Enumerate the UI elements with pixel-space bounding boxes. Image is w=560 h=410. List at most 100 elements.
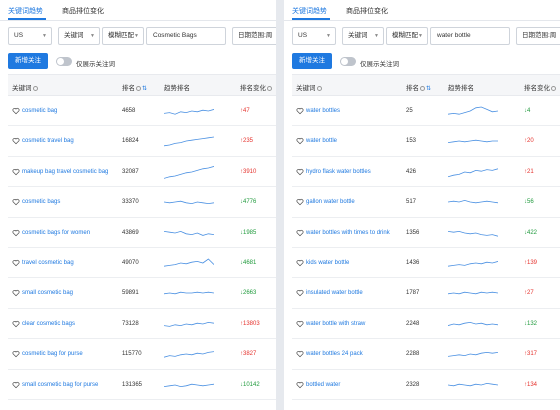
- field-select[interactable]: 关键词 ▼: [58, 27, 100, 45]
- match-select[interactable]: 模糊匹配 ▼: [102, 27, 144, 45]
- table-row[interactable]: bottled water 2328 ↑134: [292, 370, 560, 400]
- keyword-link[interactable]: water bottles: [306, 108, 340, 114]
- keyword-link[interactable]: gallon water bottle: [306, 199, 355, 205]
- question-circle-icon[interactable]: [316, 85, 322, 91]
- site-select[interactable]: US ▼: [292, 27, 336, 45]
- header-change[interactable]: 排名变化: [524, 82, 556, 92]
- header-change[interactable]: 排名变化: [240, 82, 272, 92]
- table-row[interactable]: cosmetic bags 33370 ↓4776: [8, 187, 276, 218]
- match-select-value: 模糊匹配: [392, 32, 418, 39]
- keyword-link[interactable]: cosmetic bag for purse: [22, 351, 83, 357]
- keyword-link[interactable]: kids water bottle: [306, 260, 349, 266]
- keyword-link[interactable]: water bottle: [306, 138, 337, 144]
- rank-value: 2288: [406, 351, 420, 358]
- heart-outline-icon[interactable]: [12, 381, 20, 389]
- keyword-link[interactable]: bottled water: [306, 382, 340, 388]
- table-row[interactable]: gallon water bottle 517 ↓56: [292, 187, 560, 218]
- table-row[interactable]: small cosmetic bag for purse 131365 ↓10142: [8, 370, 276, 400]
- rank-change-value: ↑47: [240, 108, 250, 114]
- table-row[interactable]: cosmetic travel bag 16824 ↑235: [8, 126, 276, 157]
- trend-line: [448, 292, 498, 295]
- table-row[interactable]: hydro flask water bottles 426 ↑21: [292, 157, 560, 188]
- keyword-link[interactable]: cosmetic bags for women: [22, 230, 90, 236]
- heart-outline-icon[interactable]: [296, 198, 304, 206]
- keyword-link[interactable]: makeup bag travel cosmetic bag: [22, 169, 108, 175]
- rank-value: 25: [406, 108, 413, 114]
- keyword-link[interactable]: cosmetic bag: [22, 108, 57, 114]
- date-range-select[interactable]: 日期范围:周: [516, 27, 560, 45]
- keyword-link[interactable]: cosmetic bags: [22, 199, 60, 205]
- date-range-select[interactable]: 日期范围:周: [232, 27, 276, 45]
- keyword-link[interactable]: clear cosmetic bags: [22, 321, 75, 327]
- heart-outline-icon[interactable]: [12, 289, 20, 297]
- keyword-link[interactable]: water bottles with times to drink: [306, 230, 390, 236]
- trend-line: [448, 321, 498, 326]
- rank-value: 4658: [122, 108, 136, 114]
- keyword-search-input[interactable]: Cosmetic Bags: [146, 27, 226, 45]
- table-row[interactable]: water bottles with times to drink 1356 ↓42…: [292, 218, 560, 248]
- question-circle-icon[interactable]: [267, 85, 272, 91]
- table-row[interactable]: travel cosmetic bag 49070 ↓4681: [8, 248, 276, 279]
- show-followed-toggle[interactable]: [340, 57, 356, 66]
- add-follow-button[interactable]: 新增关注: [8, 53, 48, 69]
- question-circle-icon[interactable]: [136, 85, 141, 91]
- field-select[interactable]: 关键词 ▼: [342, 27, 384, 45]
- table-row[interactable]: cosmetic bag 4658 ↑47: [8, 96, 276, 127]
- table-row[interactable]: makeup bag travel cosmetic bag 32087 ↑3910: [8, 157, 276, 188]
- trend-line: [448, 230, 498, 237]
- table-row[interactable]: water bottles 25 ↓4: [292, 96, 560, 127]
- add-follow-button[interactable]: 新增关注: [292, 53, 332, 69]
- tab-keyword-trend[interactable]: 关键词趋势: [292, 6, 327, 16]
- heart-outline-icon[interactable]: [296, 229, 304, 237]
- heart-outline-icon[interactable]: [296, 289, 304, 297]
- heart-outline-icon[interactable]: [12, 107, 20, 115]
- keyword-link[interactable]: cosmetic travel bag: [22, 138, 74, 144]
- heart-outline-icon[interactable]: [12, 350, 20, 358]
- heart-outline-icon[interactable]: [296, 107, 304, 115]
- heart-outline-icon[interactable]: [12, 198, 20, 206]
- heart-outline-icon[interactable]: [12, 259, 20, 267]
- heart-outline-icon[interactable]: [12, 229, 20, 237]
- question-circle-icon[interactable]: [32, 85, 38, 91]
- tab-product-rank-change[interactable]: 商品排位变化: [346, 6, 388, 16]
- tab-keyword-trend[interactable]: 关键词趋势: [8, 6, 43, 16]
- match-select[interactable]: 模糊匹配 ▼: [386, 27, 428, 45]
- heart-outline-icon[interactable]: [296, 381, 304, 389]
- keyword-link[interactable]: hydro flask water bottles: [306, 169, 371, 175]
- heart-outline-icon[interactable]: [296, 168, 304, 176]
- show-followed-toggle[interactable]: [56, 57, 72, 66]
- table-row[interactable]: insulated water bottle 1787 ↑27: [292, 278, 560, 309]
- keyword-link[interactable]: insulated water bottle: [306, 290, 363, 296]
- table-row[interactable]: cosmetic bags for women 43869 ↓1985: [8, 218, 276, 248]
- keyword-link[interactable]: water bottles 24 pack: [306, 351, 363, 357]
- keyword-link[interactable]: small cosmetic bag: [22, 290, 73, 296]
- heart-outline-icon[interactable]: [12, 320, 20, 328]
- table-row[interactable]: clear cosmetic bags 73128 ↑13803: [8, 309, 276, 340]
- table-row[interactable]: water bottle 153 ↑20: [292, 126, 560, 157]
- keyword-link[interactable]: travel cosmetic bag: [22, 260, 74, 266]
- header-rank[interactable]: 排名 ⇅: [406, 82, 431, 92]
- keyword-link[interactable]: small cosmetic bag for purse: [22, 382, 98, 388]
- tab-product-rank-change[interactable]: 商品排位变化: [62, 6, 104, 16]
- trend-line: [448, 140, 498, 144]
- table-row[interactable]: small cosmetic bag 59891 ↓2663: [8, 278, 276, 309]
- heart-outline-icon[interactable]: [296, 320, 304, 328]
- keyword-link[interactable]: water bottle with straw: [306, 321, 365, 327]
- heart-outline-icon[interactable]: [12, 137, 20, 145]
- question-circle-icon[interactable]: [420, 85, 425, 91]
- question-circle-icon[interactable]: [551, 85, 556, 91]
- site-select[interactable]: US ▼: [8, 27, 52, 45]
- header-rank[interactable]: 排名 ⇅: [122, 82, 147, 92]
- keyword-search-input[interactable]: water bottle: [430, 27, 510, 45]
- sort-icon[interactable]: ⇅: [142, 86, 147, 92]
- heart-outline-icon[interactable]: [12, 168, 20, 176]
- heart-outline-icon[interactable]: [296, 350, 304, 358]
- table-row[interactable]: water bottle with straw 2248 ↓132: [292, 309, 560, 340]
- sort-icon[interactable]: ⇅: [426, 86, 431, 92]
- heart-outline-icon[interactable]: [296, 259, 304, 267]
- site-select-value: US: [14, 32, 24, 39]
- table-row[interactable]: cosmetic bag for purse 115770 ↑3827: [8, 339, 276, 370]
- table-row[interactable]: kids water bottle 1436 ↑139: [292, 248, 560, 279]
- heart-outline-icon[interactable]: [296, 137, 304, 145]
- table-row[interactable]: water bottles 24 pack 2288 ↑317: [292, 339, 560, 370]
